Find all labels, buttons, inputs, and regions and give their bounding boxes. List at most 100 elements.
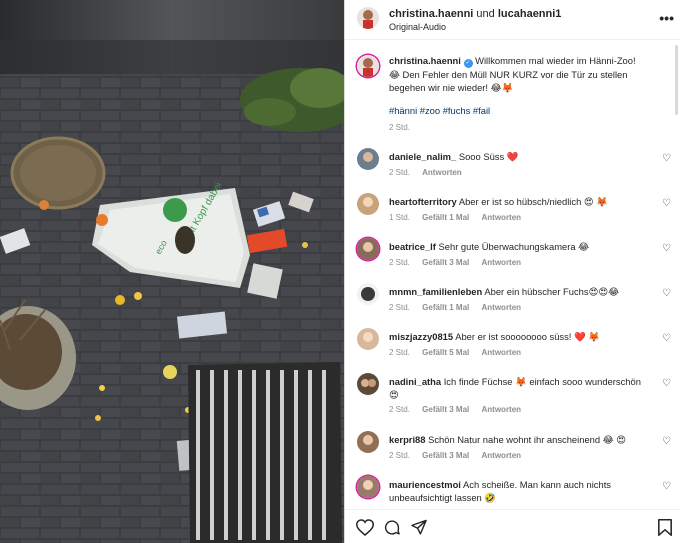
comment-reply-button[interactable]: Antworten	[482, 303, 522, 312]
heart-icon[interactable]: ♡	[662, 481, 671, 492]
comment-avatar[interactable]	[357, 193, 379, 215]
comment-text: kerpri88 Schön Natur nahe wohnt ihr ansc…	[389, 433, 647, 446]
heart-icon[interactable]	[355, 519, 375, 541]
comment-likes[interactable]: Gefällt 3 Mal	[422, 451, 469, 460]
more-icon[interactable]: •••	[659, 10, 674, 26]
comment-item: mnmn_familienleben Aber ein hübscher Fuc…	[345, 283, 680, 323]
comment-time: 2 Std.	[389, 451, 410, 460]
comment-item: nadini_atha Ich finde Füchse 🦊 einfach s…	[345, 373, 680, 423]
comment-meta: 1 Std. Gefällt 1 Mal Antworten	[389, 213, 531, 222]
caption-text: christina.haenni ✓ Willkommen mal wieder…	[389, 54, 647, 94]
comment-meta: 2 Std. Gefällt 3 Mal Antworten	[389, 405, 531, 414]
post-authors: christina.haenni und lucahaenni1	[389, 8, 561, 20]
post-header: christina.haenni und lucahaenni1 Origina…	[345, 0, 680, 40]
post-photo: mit Kopf dabei eco	[0, 0, 344, 543]
comment-username[interactable]: miszjazzy0815	[389, 331, 453, 342]
comment-likes[interactable]: Gefällt 1 Mal	[422, 303, 469, 312]
post-media[interactable]: mit Kopf dabei eco	[0, 0, 344, 543]
comment-avatar[interactable]	[357, 148, 379, 170]
author-avatar[interactable]	[357, 7, 379, 29]
author-username-2[interactable]: lucahaenni1	[498, 8, 562, 20]
comment-text: heartofterritory Aber er ist so hübsch/n…	[389, 195, 647, 208]
comment-reply-button[interactable]: Antworten	[482, 258, 522, 267]
comments-scrollbar[interactable]	[675, 45, 678, 500]
comment-body: Sooo Süss ❤️	[458, 151, 519, 162]
comment-body: Aber ein hübscher Fuchs😍😍😂	[484, 286, 620, 297]
action-bar	[345, 509, 680, 543]
caption-meta: 2 Std.	[389, 123, 420, 132]
caption-time: 2 Std.	[389, 123, 410, 132]
comment-item: kerpri88 Schön Natur nahe wohnt ihr ansc…	[345, 431, 680, 471]
comment-body: Aber er ist so hübsch/niedlich 😍 🦊	[458, 196, 608, 207]
heart-icon[interactable]: ♡	[662, 243, 671, 254]
share-icon[interactable]	[410, 519, 428, 541]
comment-time: 1 Std.	[389, 213, 410, 222]
bookmark-icon[interactable]	[658, 519, 672, 541]
comments-list[interactable]: christina.haenni ✓ Willkommen mal wieder…	[345, 42, 680, 508]
comment-meta: 2 Std. Gefällt 5 Mal Antworten	[389, 348, 531, 357]
comment-time: 2 Std.	[389, 405, 410, 414]
author-username-1[interactable]: christina.haenni	[389, 8, 473, 20]
heart-icon[interactable]: ♡	[662, 288, 671, 299]
heart-icon[interactable]: ♡	[662, 436, 671, 447]
comment-meta: 2 Std. Gefällt 1 Mal Antworten	[389, 303, 531, 312]
comment-item: mauriencestmoi Ach scheiße. Man kann auc…	[345, 476, 680, 508]
comment-likes[interactable]: Gefällt 1 Mal	[422, 213, 469, 222]
comment-avatar[interactable]	[357, 431, 379, 453]
comment-text: nadini_atha Ich finde Füchse 🦊 einfach s…	[389, 375, 647, 401]
comment-meta: 2 Std. Antworten	[389, 168, 472, 177]
comment-text: beatrice_lf Sehr gute Überwachungskamera…	[389, 240, 647, 253]
comment-text: miszjazzy0815 Aber er ist soooooooo süss…	[389, 330, 647, 343]
comment-time: 2 Std.	[389, 168, 410, 177]
comment-username[interactable]: beatrice_lf	[389, 241, 436, 252]
comment-username[interactable]: daniele_nalim_	[389, 151, 456, 162]
heart-icon[interactable]: ♡	[662, 153, 671, 164]
comment-username[interactable]: mauriencestmoi	[389, 479, 461, 490]
comment-text: mnmn_familienleben Aber ein hübscher Fuc…	[389, 285, 647, 298]
comment-username[interactable]: kerpri88	[389, 434, 425, 445]
door-mat	[188, 362, 342, 543]
caption: christina.haenni ✓ Willkommen mal wieder…	[345, 54, 680, 134]
comment-likes[interactable]: Gefällt 5 Mal	[422, 348, 469, 357]
comment-meta: 2 Std. Gefällt 3 Mal Antworten	[389, 258, 531, 267]
comment-body: Schön Natur nahe wohnt ihr anscheinend 😂…	[428, 434, 627, 445]
comment-item: miszjazzy0815 Aber er ist soooooooo süss…	[345, 328, 680, 368]
comment-avatar[interactable]	[357, 238, 379, 260]
post-side-panel: christina.haenni und lucahaenni1 Origina…	[344, 0, 680, 543]
comment-body: Sehr gute Überwachungskamera 😂	[438, 241, 590, 252]
comment-avatar[interactable]	[357, 476, 379, 498]
audio-label[interactable]: Original-Audio	[389, 22, 446, 32]
comment-time: 2 Std.	[389, 258, 410, 267]
caption-username[interactable]: christina.haenni	[389, 55, 461, 66]
scrollbar-thumb[interactable]	[675, 45, 678, 115]
comment-username[interactable]: nadini_atha	[389, 376, 441, 387]
comment-reply-button[interactable]: Antworten	[482, 405, 522, 414]
comment-avatar[interactable]	[357, 328, 379, 350]
heart-icon[interactable]: ♡	[662, 378, 671, 389]
heart-icon[interactable]: ♡	[662, 198, 671, 209]
verified-icon: ✓	[463, 59, 473, 68]
caption-avatar[interactable]	[357, 55, 379, 77]
comment-text: daniele_nalim_ Sooo Süss ❤️	[389, 150, 647, 163]
comment-likes[interactable]: Gefällt 3 Mal	[422, 258, 469, 267]
comment-icon[interactable]	[383, 519, 401, 541]
comment-reply-button[interactable]: Antworten	[482, 213, 522, 222]
comment-username[interactable]: heartofterritory	[389, 196, 457, 207]
comment-reply-button[interactable]: Antworten	[482, 348, 522, 357]
comment-text: mauriencestmoi Ach scheiße. Man kann auc…	[389, 478, 647, 504]
comment-username[interactable]: mnmn_familienleben	[389, 286, 482, 297]
heart-icon[interactable]: ♡	[662, 333, 671, 344]
comment-likes[interactable]: Gefällt 3 Mal	[422, 405, 469, 414]
authors-conjunction: und	[476, 8, 495, 20]
comment-avatar[interactable]	[357, 373, 379, 395]
comment-item: beatrice_lf Sehr gute Überwachungskamera…	[345, 238, 680, 278]
comment-meta: 2 Std. Gefällt 3 Mal Antworten	[389, 451, 531, 460]
comment-item: heartofterritory Aber er ist so hübsch/n…	[345, 193, 680, 233]
comment-reply-button[interactable]: Antworten	[482, 451, 522, 460]
caption-hashtags[interactable]: #hänni #zoo #fuchs #fail	[389, 104, 647, 117]
comment-time: 2 Std.	[389, 303, 410, 312]
comment-body: Aber er ist soooooooo süss! ❤️ 🦊	[455, 331, 600, 342]
comment-avatar[interactable]	[357, 283, 379, 305]
comment-time: 2 Std.	[389, 348, 410, 357]
comment-reply-button[interactable]: Antworten	[422, 168, 462, 177]
